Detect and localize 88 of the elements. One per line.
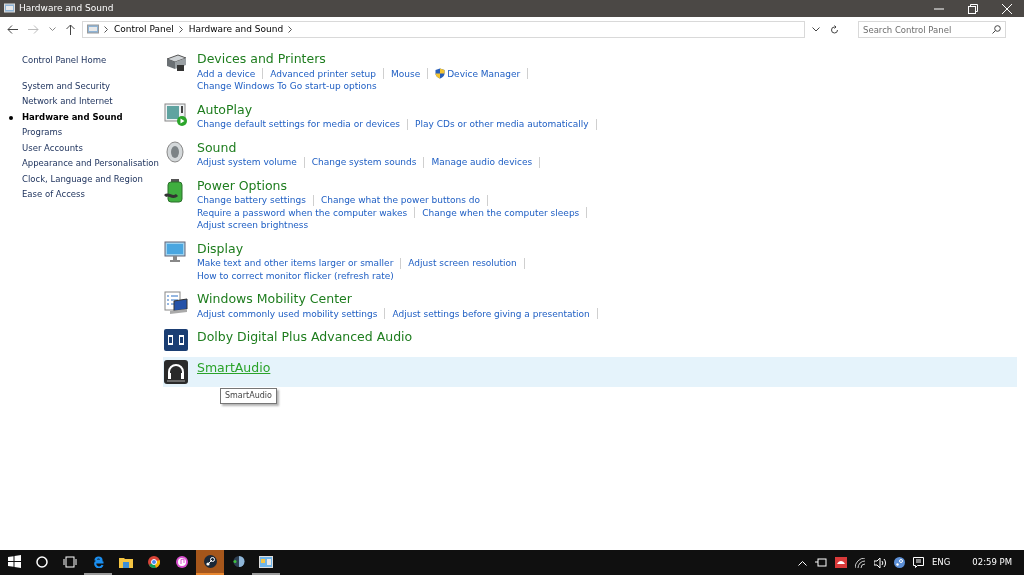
sidebar-link[interactable]: Hardware and Sound: [22, 111, 162, 123]
address-field[interactable]: Control Panel Hardware and Sound: [82, 21, 805, 38]
circle-icon: [36, 555, 48, 568]
sidebar-link[interactable]: Control Panel Home: [22, 55, 162, 67]
category-row[interactable]: Devices and Printers Add a device Advanced printer setup Mouse Device Manager Change Windows To Go start-up options: [163, 48, 1017, 96]
task-link[interactable]: Adjust screen resolution: [408, 257, 517, 270]
task-link[interactable]: Advanced printer setup: [270, 67, 376, 80]
car-icon[interactable]: [835, 557, 847, 568]
category-row[interactable]: Sound Adjust system volume Change system sounds Manage audio devices: [163, 136, 1017, 172]
task-link[interactable]: Change battery settings: [197, 194, 306, 207]
category-link[interactable]: Windows Mobility Center: [197, 291, 352, 306]
category-link[interactable]: Dolby Digital Plus Advanced Audio: [197, 329, 413, 344]
windows-logo-icon: [7, 555, 21, 568]
chevron-icon: [104, 26, 109, 33]
disc-icon: [231, 555, 245, 568]
sidebar-link[interactable]: Clock, Language and Region: [22, 173, 162, 185]
window-title: Hardware and Sound: [19, 1, 114, 15]
task-link[interactable]: Adjust settings before giving a presentation: [392, 307, 590, 320]
volume-icon[interactable]: [874, 557, 886, 568]
task-link[interactable]: Change when the computer sleeps: [422, 206, 580, 219]
search-icon: [992, 25, 1001, 34]
task-link[interactable]: Play CDs or other media automatically: [415, 118, 589, 131]
battery-icon[interactable]: [815, 558, 827, 567]
chevron-up-icon[interactable]: [798, 559, 807, 566]
notifications-icon[interactable]: [913, 557, 924, 568]
task-link[interactable]: Manage audio devices: [431, 156, 533, 169]
category-row[interactable]: Power Options Change battery settings Change what the power buttons do Require a password when the computer wakes Change when the computer sleeps Adjust screen brightness: [163, 174, 1017, 235]
task-link[interactable]: Add a device: [197, 67, 256, 80]
task-link[interactable]: Change system sounds: [311, 156, 417, 169]
game-client-icon: [203, 555, 217, 568]
category-row[interactable]: Dolby Digital Plus Advanced Audio: [163, 326, 1017, 354]
task-link[interactable]: Change what the power buttons do: [320, 194, 480, 207]
chevron-icon: [288, 26, 294, 33]
breadcrumb-item[interactable]: Control Panel: [114, 22, 174, 37]
close-icon: [1002, 3, 1012, 14]
taskbar-button[interactable]: [196, 550, 224, 575]
category-row[interactable]: Windows Mobility Center Adjust commonly used mobility settings Adjust settings before giving a presentation: [163, 288, 1017, 323]
media-play-icon: [164, 101, 188, 126]
sidebar-link[interactable]: User Accounts: [22, 142, 162, 154]
sidebar-link[interactable]: Ease of Access: [22, 189, 162, 201]
checklist-laptop-icon: [164, 291, 188, 315]
category-link[interactable]: Display: [197, 240, 244, 256]
restore-icon: [968, 3, 978, 14]
game-client-icon[interactable]: [894, 557, 905, 568]
task-link[interactable]: Make text and other items larger or smaller: [197, 257, 394, 270]
task-link[interactable]: Change Windows To Go start-up options: [197, 80, 377, 93]
sidebar-link[interactable]: System and Security: [22, 80, 162, 92]
control-panel-icon: [259, 555, 273, 568]
sidebar-link[interactable]: Network and Internet: [22, 96, 162, 108]
category-link[interactable]: Power Options: [197, 177, 287, 193]
headphones-icon: [164, 360, 188, 384]
search-field[interactable]: Search Control Panel: [858, 21, 1006, 38]
folder-icon: [119, 555, 133, 568]
task-link[interactable]: Change default settings for media or devices: [197, 118, 401, 131]
category-row[interactable]: AutoPlay Change default settings for media or devices Play CDs or other media automatically: [163, 98, 1017, 134]
breadcrumb-item[interactable]: Hardware and Sound: [188, 22, 284, 37]
category-link[interactable]: Devices and Printers: [197, 51, 326, 66]
sidebar-link[interactable]: Appearance and Personalisation: [22, 158, 162, 170]
task-link[interactable]: Adjust screen brightness: [197, 219, 309, 232]
task-link[interactable]: Device Manager: [435, 67, 521, 80]
task-link[interactable]: Adjust commonly used mobility settings: [197, 307, 378, 320]
control-panel-icon: [4, 3, 15, 14]
chevron-icon: [178, 26, 184, 33]
back-button[interactable]: [4, 25, 21, 34]
clock[interactable]: 02:59 PM: [972, 556, 1012, 569]
browser-circle-icon: [148, 555, 160, 568]
task-link[interactable]: How to correct monitor flicker (refresh rate): [197, 269, 394, 282]
task-link[interactable]: Mouse: [390, 67, 421, 80]
printer-icon: [164, 51, 188, 73]
recent-locations-button[interactable]: [46, 27, 59, 32]
music-note-icon: [176, 555, 188, 568]
tooltip: SmartAudio: [220, 388, 277, 404]
sidebar-link[interactable]: Programs: [22, 127, 162, 139]
double-d-logo-icon: [164, 329, 188, 351]
category-link[interactable]: Sound: [197, 139, 237, 155]
speaker-icon: [164, 139, 184, 164]
task-link[interactable]: Adjust system volume: [197, 156, 297, 169]
category-row[interactable]: Display Make text and other items larger or smaller Adjust screen resolution How to correct monitor flicker (refresh rate): [163, 237, 1017, 285]
up-button[interactable]: [63, 24, 78, 35]
browser-icon: [91, 555, 105, 568]
language-indicator[interactable]: ENG: [932, 556, 951, 569]
address-dropdown-button[interactable]: [809, 27, 823, 32]
control-panel-icon: [87, 24, 99, 35]
task-link[interactable]: Require a password when the computer wakes: [197, 206, 408, 219]
task-view-icon: [63, 555, 77, 568]
wifi-icon[interactable]: [855, 557, 866, 568]
category-link[interactable]: AutoPlay: [197, 101, 253, 117]
monitor-icon: [164, 240, 188, 263]
